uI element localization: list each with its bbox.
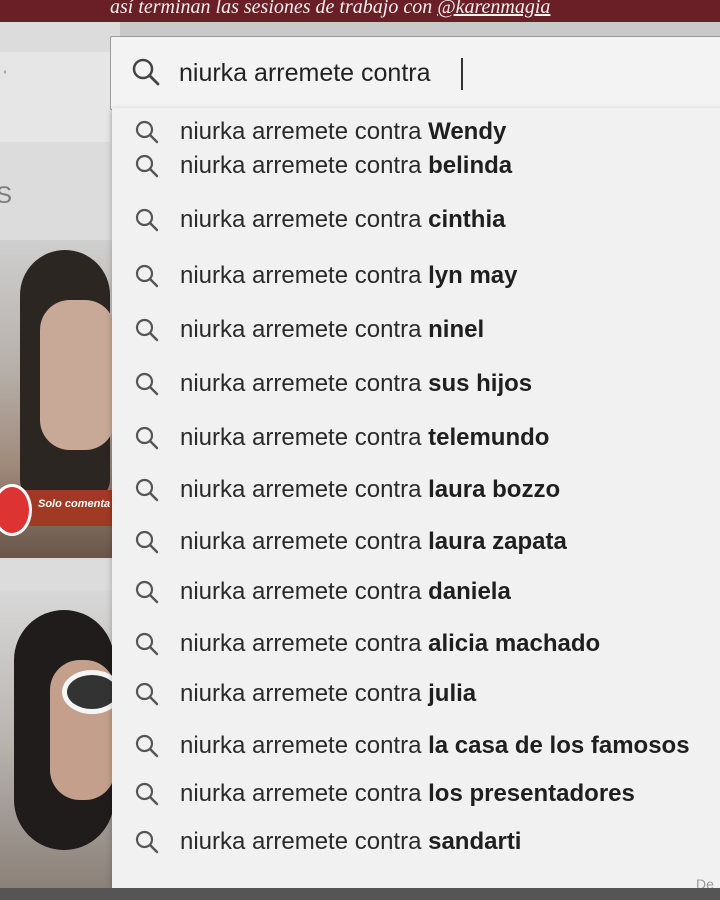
suggestion-prefix: niurka arremete contra: [180, 424, 429, 451]
search-icon: [134, 119, 160, 145]
suggestion-item[interactable]: niurka arremete contra alicia machado: [112, 622, 712, 666]
search-icon: [134, 631, 160, 657]
suggestion-text: niurka arremete contra belinda: [180, 152, 512, 180]
search-icon: [134, 263, 160, 289]
suggestion-text: niurka arremete contra sus hijos: [180, 370, 532, 398]
suggestion-item[interactable]: niurka arremete contra sandarti: [112, 820, 712, 864]
suggestion-completion: Wendy: [428, 118, 507, 145]
suggestion-item[interactable]: niurka arremete contra telemundo: [112, 416, 712, 460]
suggestion-completion: los presentadores: [428, 780, 635, 807]
suggestion-text: niurka arremete contra laura bozzo: [180, 476, 560, 504]
suggestion-completion: sandarti: [428, 828, 522, 855]
suggestion-item[interactable]: niurka arremete contra la casa de los fa…: [112, 724, 712, 768]
suggestion-prefix: niurka arremete contra: [180, 732, 429, 759]
suggestion-text: niurka arremete contra lyn may: [180, 262, 518, 290]
suggestion-text: niurka arremete contra laura zapata: [180, 528, 567, 556]
suggestion-completion: alicia machado: [428, 630, 601, 657]
video-thumbnail-2[interactable]: [0, 590, 122, 890]
suggestion-completion: cinthia: [428, 206, 506, 233]
suggestion-completion: sus hijos: [428, 370, 533, 397]
suggestion-text: niurka arremete contra julia: [180, 680, 476, 708]
screen-edge: [0, 888, 720, 900]
suggestion-completion: julia: [428, 680, 477, 707]
text-caret: [461, 58, 463, 90]
suggestion-prefix: niurka arremete contra: [180, 578, 429, 605]
search-icon: [134, 425, 160, 451]
suggestion-completion: telemundo: [428, 424, 550, 451]
search-icon: [134, 477, 160, 503]
search-icon: [134, 153, 160, 179]
suggestion-item[interactable]: niurka arremete contra laura bozzo: [112, 468, 712, 512]
suggestion-item[interactable]: niurka arremete contra lyn may: [112, 254, 712, 298]
search-icon: [134, 579, 160, 605]
search-icon: [131, 57, 161, 92]
suggestion-prefix: niurka arremete contra: [180, 680, 429, 707]
suggestion-prefix: niurka arremete contra: [180, 528, 429, 555]
suggestion-prefix: niurka arremete contra: [180, 152, 429, 179]
suggestion-text: niurka arremete contra los presentadores: [180, 780, 635, 808]
suggestion-text: niurka arremete contra sandarti: [180, 828, 521, 856]
suggestion-item[interactable]: niurka arremete contra sus hijos: [112, 362, 712, 406]
suggestion-completion: laura bozzo: [428, 476, 561, 503]
suggestion-prefix: niurka arremete contra: [180, 262, 429, 289]
suggestion-text: niurka arremete contra telemundo: [180, 424, 549, 452]
suggestion-text: niurka arremete contra alicia machado: [180, 630, 600, 658]
suggestion-text: niurka arremete contra Wendy: [180, 118, 506, 146]
suggestion-text: niurka arremete contra cinthia: [180, 206, 505, 234]
suggestion-prefix: niurka arremete contra: [180, 370, 429, 397]
suggestion-item[interactable]: niurka arremete contra laura zapata: [112, 520, 712, 564]
search-icon: [134, 317, 160, 343]
suggestion-completion: lyn may: [428, 262, 518, 289]
search-icon: [134, 207, 160, 233]
caption-text: así terminan las sesiones de trabajo con: [110, 0, 438, 18]
caption-mention[interactable]: @karenmagia: [437, 0, 550, 18]
story-caption-bar: así terminan las sesiones de trabajo con…: [0, 0, 720, 22]
background-letter: S: [0, 182, 13, 209]
search-icon: [134, 681, 160, 707]
suggestion-prefix: niurka arremete contra: [180, 630, 429, 657]
video-thumbnail-1[interactable]: Solo comenta: [0, 240, 118, 558]
thumbnail-banner-text: Solo comenta: [38, 498, 111, 510]
suggestion-completion: la casa de los famosos: [428, 732, 690, 759]
suggestion-completion: daniela: [428, 578, 511, 605]
suggestion-prefix: niurka arremete contra: [180, 316, 429, 343]
search-icon: [134, 829, 160, 855]
suggestion-prefix: niurka arremete contra: [180, 828, 429, 855]
suggestion-item[interactable]: niurka arremete contra daniela: [112, 570, 712, 614]
background-header: [0, 52, 110, 142]
search-icon: [134, 529, 160, 555]
suggestion-completion: belinda: [428, 152, 513, 179]
suggestion-text: niurka arremete contra daniela: [180, 578, 511, 606]
suggestion-text: niurka arremete contra ninel: [180, 316, 484, 344]
suggestion-prefix: niurka arremete contra: [180, 118, 429, 145]
search-icon: [134, 781, 160, 807]
story-caption: así terminan las sesiones de trabajo con…: [110, 0, 670, 19]
search-box[interactable]: [110, 36, 720, 110]
suggestion-completion: laura zapata: [428, 528, 567, 555]
suggestion-item[interactable]: niurka arremete contra ninel: [112, 308, 712, 352]
suggestion-completion: ninel: [428, 316, 485, 343]
suggestion-prefix: niurka arremete contra: [180, 780, 429, 807]
search-input[interactable]: [179, 55, 719, 91]
suggestion-item[interactable]: niurka arremete contra belinda: [112, 144, 712, 188]
suggestion-item[interactable]: niurka arremete contra los presentadores: [112, 772, 712, 816]
suggestion-prefix: niurka arremete contra: [180, 206, 429, 233]
search-icon: [134, 733, 160, 759]
suggestion-item[interactable]: niurka arremete contra cinthia: [112, 198, 712, 242]
background-glyph: ˌ: [2, 54, 8, 74]
search-icon: [134, 371, 160, 397]
suggestion-prefix: niurka arremete contra: [180, 476, 429, 503]
suggestion-text: niurka arremete contra la casa de los fa…: [180, 732, 690, 760]
suggestions-dropdown: niurka arremete contra Wendy niurka arrem…: [112, 108, 720, 888]
suggestion-item[interactable]: niurka arremete contra julia: [112, 672, 712, 716]
